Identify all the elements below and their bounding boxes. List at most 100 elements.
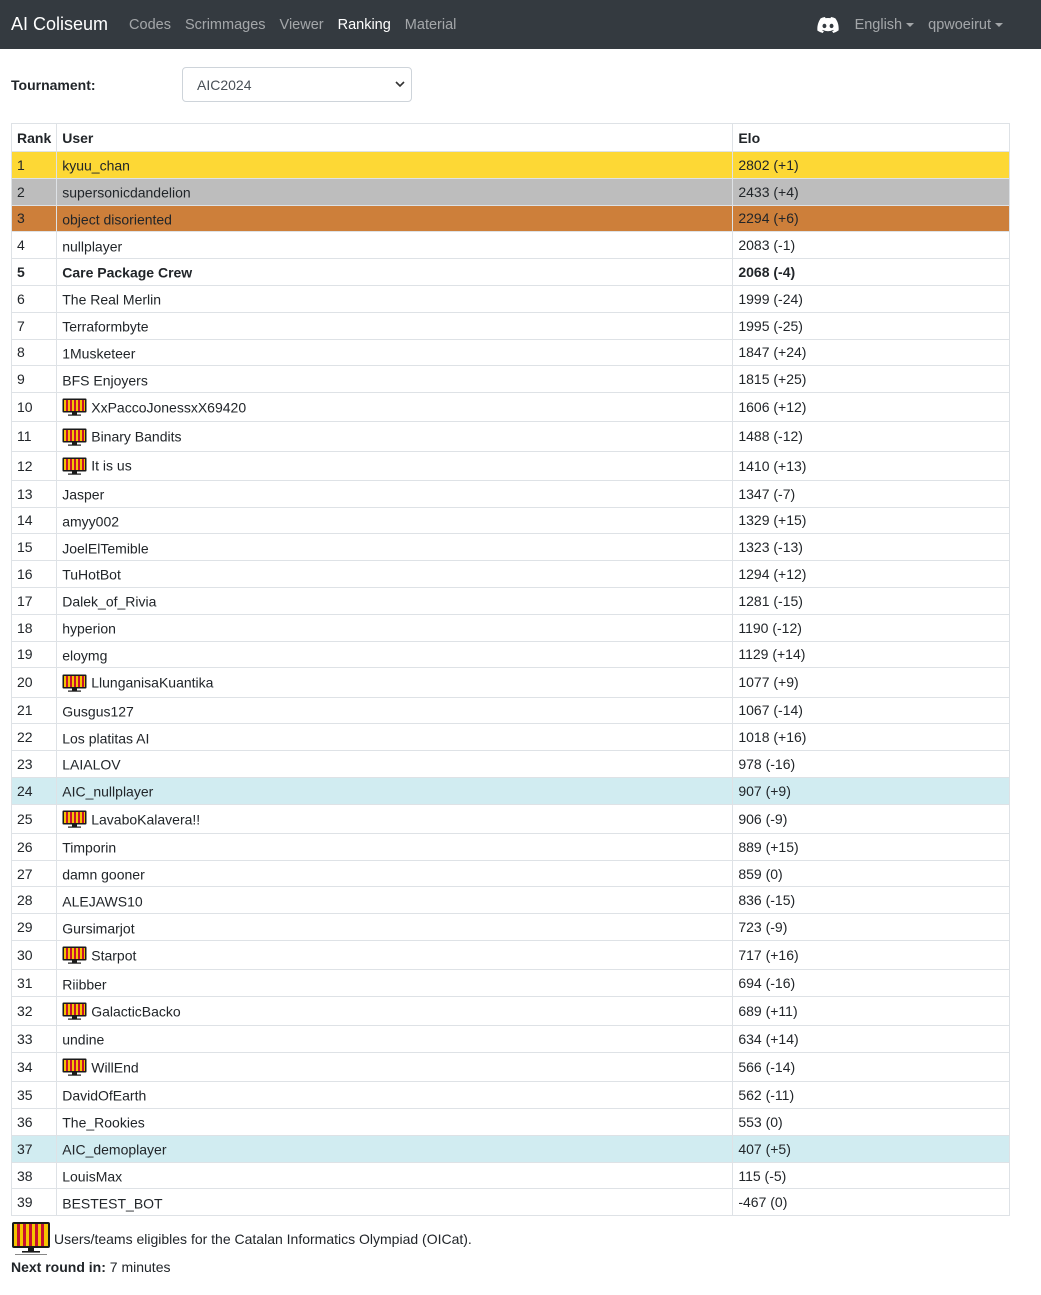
user-cell: BESTEST_BOT	[56, 1188, 734, 1217]
ranking-table-body: 1 kyuu_chan 2802 (+1) 2 supersonicdandelion 2…	[10, 151, 1010, 1217]
user-name: TuHotBot	[62, 566, 121, 583]
legend-text: Users/teams eligibles for the Catalan In…	[54, 1231, 472, 1247]
user-cell: LlunganisaKuantika	[56, 667, 734, 698]
table-row: 4 nullplayer 2083 (-1)	[10, 231, 1010, 260]
rank-cell: 22	[10, 723, 58, 752]
table-row: 1 kyuu_chan 2802 (+1)	[10, 151, 1010, 179]
table-row: 26 Timporin 889 (+15)	[10, 832, 1010, 861]
rank-cell: 7	[10, 311, 58, 340]
user-cell: Riibber	[56, 969, 734, 998]
user-name: Binary Bandits	[91, 428, 182, 445]
user-cell: Starpot	[56, 940, 734, 971]
nav-link-material[interactable]: Material	[405, 17, 457, 33]
discord-icon[interactable]	[816, 16, 839, 33]
rank-cell: 27	[10, 859, 58, 888]
oicat-eligible-icon	[62, 674, 87, 692]
language-dropdown[interactable]: English	[855, 17, 915, 33]
user-cell: ALEJAWS10	[56, 886, 734, 915]
user-name: supersonicdandelion	[62, 184, 191, 201]
rank-cell: 5	[10, 258, 58, 286]
rank-cell: 28	[10, 886, 58, 915]
tournament-label: Tournament:	[11, 76, 96, 93]
elo-cell: 1129 (+14)	[732, 640, 1010, 669]
user-name: undine	[62, 1031, 105, 1048]
brand-link[interactable]: AI Coliseum	[11, 14, 108, 35]
table-row: 24 AIC_nullplayer 907 (+9)	[10, 776, 1010, 805]
table-row: 9 BFS Enjoyers 1815 (+25)	[10, 365, 1010, 394]
user-name: It is us	[91, 457, 132, 474]
rank-cell: 11	[10, 421, 58, 452]
user-cell: Jasper	[56, 479, 734, 508]
rank-cell: 2	[10, 177, 58, 206]
user-cell: 1Musketeer	[56, 338, 734, 367]
table-row: 39 BESTEST_BOT -467 (0)	[10, 1188, 1010, 1217]
user-cell: The_Rookies	[56, 1108, 734, 1136]
rank-cell: 25	[10, 803, 58, 834]
rank-cell: 13	[10, 479, 58, 508]
table-row: 21 Gusgus127 1067 (-14)	[10, 696, 1010, 725]
oicat-eligible-icon	[62, 398, 87, 417]
user-cell: Terraformbyte	[56, 311, 734, 340]
oicat-eligible-icon	[62, 810, 87, 828]
user-cell: LAIALOV	[56, 750, 734, 778]
user-name: 1Musketeer	[62, 345, 136, 362]
user-name: AIC_demoplayer	[62, 1141, 167, 1158]
table-row: 14 amyy002 1329 (+15)	[10, 506, 1010, 535]
rank-cell: 30	[10, 940, 58, 971]
user-name: damn gooner	[62, 866, 145, 883]
tournament-selected-value: AIC2024	[197, 76, 252, 93]
rank-cell: 1	[10, 151, 58, 179]
table-row: 15 JoelElTemible 1323 (-13)	[10, 533, 1010, 562]
user-name: Care Package Crew	[62, 264, 193, 281]
tournament-select[interactable]: AIC2024	[182, 67, 412, 102]
elo-cell: 1281 (-15)	[732, 586, 1010, 615]
elo-cell: 115 (-5)	[732, 1161, 1010, 1190]
table-row: 22 Los platitas AI 1018 (+16)	[10, 723, 1010, 752]
nav-link-codes[interactable]: Codes	[129, 17, 171, 33]
user-cell: It is us	[56, 450, 734, 481]
table-row: 33 undine 634 (+14)	[10, 1025, 1010, 1054]
nav-link-scrimmages[interactable]: Scrimmages	[185, 17, 266, 33]
user-cell: Timporin	[56, 832, 734, 861]
user-cell: Gusgus127	[56, 696, 734, 725]
rank-cell: 14	[10, 506, 58, 535]
user-name: The_Rookies	[62, 1114, 145, 1131]
table-row: 35 DavidOfEarth 562 (-11)	[10, 1081, 1010, 1110]
user-cell: TuHotBot	[56, 560, 734, 588]
rank-cell: 18	[10, 613, 58, 642]
user-name: Starpot	[91, 947, 137, 964]
elo-cell: 2433 (+4)	[732, 177, 1010, 206]
table-row: 36 The_Rookies 553 (0)	[10, 1108, 1010, 1136]
user-dropdown[interactable]: qpwoeirut	[928, 17, 1003, 33]
elo-cell: 1995 (-25)	[732, 311, 1010, 340]
user-name: The Real Merlin	[62, 291, 162, 308]
rank-cell: 39	[10, 1188, 58, 1217]
nav-link-viewer[interactable]: Viewer	[280, 17, 324, 33]
elo-cell: 2083 (-1)	[732, 231, 1010, 260]
elo-cell: 1077 (+9)	[732, 667, 1010, 698]
elo-cell: 1999 (-24)	[732, 284, 1010, 313]
user-cell: Dalek_of_Rivia	[56, 586, 734, 615]
user-name: Timporin	[62, 839, 117, 856]
table-row: 17 Dalek_of_Rivia 1281 (-15)	[10, 586, 1010, 615]
rank-cell: 19	[10, 640, 58, 669]
language-label: English	[854, 16, 903, 33]
rank-cell: 36	[10, 1108, 58, 1136]
elo-cell: -467 (0)	[732, 1188, 1010, 1217]
user-name: Gusgus127	[62, 703, 134, 720]
table-row: 28 ALEJAWS10 836 (-15)	[10, 886, 1010, 915]
user-name: DavidOfEarth	[62, 1087, 147, 1104]
table-row: 16 TuHotBot 1294 (+12)	[10, 560, 1010, 588]
table-row: 18 hyperion 1190 (-12)	[10, 613, 1010, 642]
user-name: kyuu_chan	[62, 157, 130, 174]
oicat-logo-icon	[11, 1221, 51, 1257]
user-name: nullplayer	[62, 237, 123, 254]
user-name: LAIALOV	[62, 756, 121, 773]
user-cell: Los platitas AI	[56, 723, 734, 752]
table-row: 2 supersonicdandelion 2433 (+4)	[10, 177, 1010, 206]
user-name: BESTEST_BOT	[62, 1194, 163, 1211]
user-name: eloymg	[62, 647, 108, 664]
nav-link-ranking[interactable]: Ranking	[338, 17, 391, 33]
user-cell: AIC_demoplayer	[56, 1134, 734, 1163]
rank-cell: 17	[10, 586, 58, 615]
